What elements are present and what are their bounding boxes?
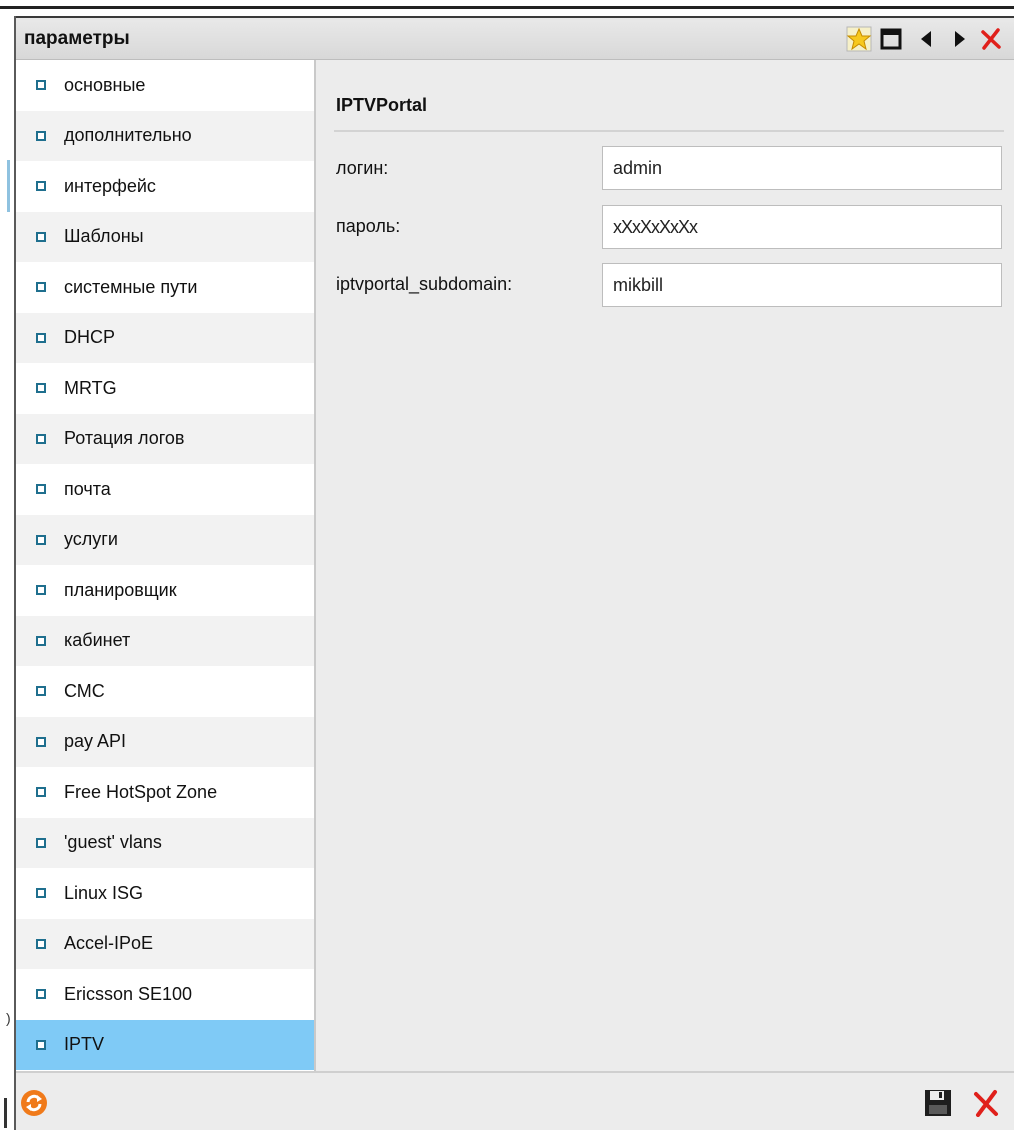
close-icon[interactable] [976,24,1006,54]
sidebar-item-label: MRTG [64,377,117,398]
square-bullet-icon [36,231,46,242]
sidebar-item-free-hotspot-zone[interactable]: Free HotSpot Zone [16,767,314,818]
sidebar-item-system-paths[interactable]: системные пути [16,262,314,313]
maximize-icon[interactable] [876,24,906,54]
cancel-icon[interactable] [970,1087,1002,1119]
settings-window: параметры основные дополнительно интерфе… [14,16,1014,1130]
square-bullet-icon [36,80,46,91]
sidebar-item-label: DHCP [64,327,116,348]
password-input[interactable] [602,205,1002,249]
sidebar-item-label: дополнительно [64,125,192,146]
window-footer [16,1071,1014,1130]
sidebar-item-label: кабинет [64,630,131,651]
sidebar-item-label: Linux ISG [64,882,144,903]
save-icon[interactable] [922,1087,954,1119]
settings-main-panel: IPTVPortal логин: пароль: iptvportal_sub… [316,60,1014,1071]
background-text-fragment: ) [6,1010,11,1026]
sidebar-item-label: pay API [64,731,127,752]
sidebar-item-templates[interactable]: Шаблоны [16,211,314,262]
settings-sidebar: основные дополнительно интерфейс Шаблоны… [16,60,316,1071]
square-bullet-icon [36,433,46,444]
sidebar-item-label: СМС [64,680,105,701]
star-icon[interactable] [844,24,874,54]
password-label: пароль: [336,216,401,236]
sidebar-item-label: Ротация логов [64,428,185,449]
page-left-edge [4,1098,7,1128]
sidebar-item-iptv[interactable]: IPTV [16,1019,314,1070]
sidebar-item-cabinet[interactable]: кабинет [16,615,314,666]
sidebar-item-label: Ericsson SE100 [64,983,193,1004]
sidebar-item-label: системные пути [64,276,198,297]
sidebar-item-accel-ipoe[interactable]: Accel-IPoE [16,918,314,969]
refresh-icon[interactable] [18,1087,50,1119]
arrow-left-icon[interactable] [912,24,942,54]
square-bullet-icon [36,282,46,293]
window-title: параметры [24,28,130,49]
sidebar-item-label: Free HotSpot Zone [64,781,218,802]
square-bullet-icon [36,938,46,949]
section-title: IPTVPortal [336,95,428,115]
login-label: логин: [336,158,389,178]
arrow-right-icon[interactable] [944,24,974,54]
square-bullet-icon [36,686,46,697]
background-selection-bar [7,160,10,212]
sidebar-item-services[interactable]: услуги [16,514,314,565]
square-bullet-icon [36,989,46,1000]
square-bullet-icon [36,484,46,495]
sidebar-item-log-rotation[interactable]: Ротация логов [16,413,314,464]
square-bullet-icon [36,585,46,596]
sidebar-item-label: Accel-IPoE [64,933,154,954]
sidebar-item-dopolnitelno[interactable]: дополнительно [16,110,314,161]
sidebar-item-label: 'guest' vlans [64,832,162,853]
sidebar-item-label: интерфейс [64,175,156,196]
square-bullet-icon [36,1039,46,1050]
sidebar-item-osnovnye[interactable]: основные [16,60,314,111]
sidebar-item-linux-isg[interactable]: Linux ISG [16,868,314,919]
square-bullet-icon [36,635,46,646]
subdomain-input[interactable] [602,263,1002,307]
sidebar-item-interface[interactable]: интерфейс [16,161,314,212]
square-bullet-icon [36,534,46,545]
sidebar-item-scheduler[interactable]: планировщик [16,565,314,616]
sidebar-item-mrtg[interactable]: MRTG [16,363,314,414]
subdomain-label: iptvportal_subdomain: [336,274,513,294]
sidebar-item-mail[interactable]: почта [16,464,314,515]
sidebar-item-ericsson-se100[interactable]: Ericsson SE100 [16,969,314,1020]
sidebar-item-label: IPTV [64,1034,105,1055]
sidebar-item-label: почта [64,478,111,499]
square-bullet-icon [36,332,46,343]
sidebar-item-pay-api[interactable]: pay API [16,716,314,767]
square-bullet-icon [36,837,46,848]
sidebar-item-dhcp[interactable]: DHCP [16,312,314,363]
sidebar-item-label: основные [64,74,146,95]
square-bullet-icon [36,736,46,747]
square-bullet-icon [36,181,46,192]
sidebar-item-guest-vlans[interactable]: 'guest' vlans [16,817,314,868]
sidebar-item-label: планировщик [64,579,177,600]
sidebar-item-label: услуги [64,529,118,550]
window-titlebar: параметры [16,16,1014,60]
square-bullet-icon [36,888,46,899]
square-bullet-icon [36,130,46,141]
page-top-edge [0,6,1014,9]
login-input[interactable] [602,146,1002,190]
sidebar-item-label: Шаблоны [64,226,144,247]
sidebar-item-sms[interactable]: СМС [16,666,314,717]
square-bullet-icon [36,383,46,394]
square-bullet-icon [36,787,46,798]
section-divider [334,130,1004,132]
